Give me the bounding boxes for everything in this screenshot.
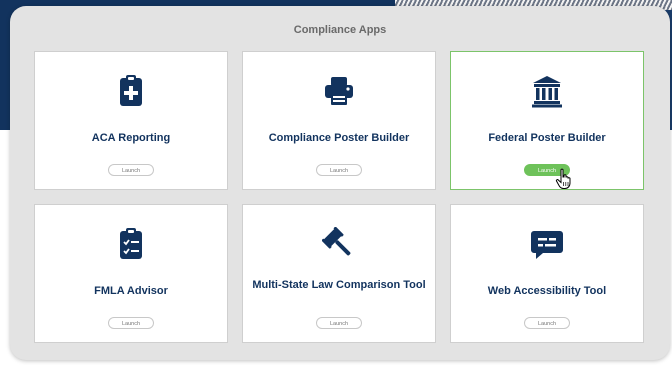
clipboard-checklist-icon (114, 227, 148, 261)
chat-bubble-icon (530, 227, 564, 261)
app-name: Web Accessibility Tool (487, 285, 607, 297)
app-card-federal-poster-builder[interactable]: Federal Poster Builder Launch (450, 51, 644, 190)
government-building-icon (530, 74, 564, 108)
printer-icon (322, 74, 356, 108)
panel-title: Compliance Apps (293, 24, 387, 36)
app-name: Federal Poster Builder (488, 132, 606, 144)
app-name: ACA Reporting (91, 132, 171, 144)
launch-button[interactable]: Launch (316, 317, 362, 329)
app-card-aca-reporting[interactable]: ACA Reporting Launch (34, 51, 228, 190)
app-card-web-accessibility-tool[interactable]: Web Accessibility Tool Launch (450, 204, 644, 343)
launch-button[interactable]: Launch (108, 164, 154, 176)
app-card-fmla-advisor[interactable]: FMLA Advisor Launch (34, 204, 228, 343)
launch-button[interactable]: Launch (316, 164, 362, 176)
launch-button[interactable]: Launch (524, 317, 570, 329)
clipboard-plus-icon (114, 74, 148, 108)
app-card-multi-state-law-comparison-tool[interactable]: Multi-State Law Comparison Tool Launch (242, 204, 436, 343)
app-card-compliance-poster-builder[interactable]: Compliance Poster Builder Launch (242, 51, 436, 190)
app-name: FMLA Advisor (94, 285, 168, 297)
launch-button[interactable]: Launch (108, 317, 154, 329)
gavel-icon (322, 227, 356, 261)
hand-pointer-cursor-icon (555, 168, 571, 189)
app-name: Compliance Poster Builder (268, 132, 410, 144)
app-name: Multi-State Law Comparison Tool (252, 279, 426, 291)
